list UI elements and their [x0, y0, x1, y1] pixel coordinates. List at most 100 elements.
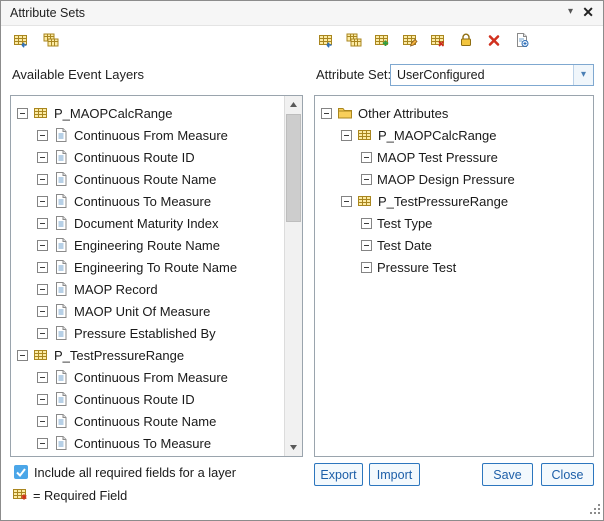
tree-item[interactable]: MAOP Design Pressure	[315, 168, 593, 190]
tree-item[interactable]: P_MAOPCalcRange	[11, 102, 285, 124]
chevron-down-icon[interactable]: ▾	[573, 65, 593, 85]
table-arrow-icon	[13, 32, 29, 51]
close-icon[interactable]: ✕	[582, 4, 594, 21]
tree-item-label: P_TestPressureRange	[378, 194, 508, 209]
collapse-expander-icon[interactable]	[37, 438, 48, 449]
tree-item[interactable]: MAOP Record	[11, 278, 285, 300]
include-required-label: Include all required fields for a layer	[34, 465, 236, 480]
table-icon	[33, 105, 49, 121]
tree-item[interactable]: P_MAOPCalcRange	[315, 124, 593, 146]
collapse-expander-icon[interactable]	[37, 174, 48, 185]
collapse-expander-icon[interactable]	[361, 262, 372, 273]
rename-attribute-set-button[interactable]	[400, 31, 420, 51]
doc-icon	[53, 413, 69, 429]
lock-attribute-set-button[interactable]	[456, 31, 476, 51]
resize-grip-icon[interactable]	[590, 503, 601, 518]
collapse-expander-icon[interactable]	[341, 130, 352, 141]
remove-attribute-button[interactable]	[428, 31, 448, 51]
tree-item[interactable]: P_TestPressureRange	[315, 190, 593, 212]
tree-item-label: MAOP Design Pressure	[377, 172, 515, 187]
tree-item[interactable]: Engineering Route Name	[11, 234, 285, 256]
tree-item[interactable]: Continuous Route Name	[11, 168, 285, 190]
scrollbar-thumb[interactable]	[286, 114, 301, 222]
collapse-expander-icon[interactable]	[17, 108, 28, 119]
tree-item[interactable]: Engineering To Route Name	[11, 256, 285, 278]
tree-item-label: Continuous Route ID	[74, 150, 195, 165]
collapse-expander-icon[interactable]	[37, 306, 48, 317]
include-required-checkbox[interactable]	[14, 465, 28, 479]
table-pencil-icon	[402, 32, 418, 51]
attribute-set-panel: Other AttributesP_MAOPCalcRangeMAOP Test…	[314, 95, 594, 457]
collapse-expander-icon[interactable]	[361, 240, 372, 251]
tree-item[interactable]: P_TestPressureRange	[11, 344, 285, 366]
tree-item[interactable]: Continuous To Measure	[11, 432, 285, 454]
add-all-attributes-button[interactable]	[344, 31, 364, 51]
tree-item[interactable]: Continuous From Measure	[11, 124, 285, 146]
collapse-expander-icon[interactable]	[341, 196, 352, 207]
attribute-set-toolbar	[316, 31, 532, 51]
doc-icon	[53, 369, 69, 385]
collapse-expander-icon[interactable]	[361, 152, 372, 163]
table-icon	[357, 193, 373, 209]
tree-item-label: Document Maturity Index	[74, 216, 219, 231]
tree-item[interactable]: Other Attributes	[315, 102, 593, 124]
collapse-expander-icon[interactable]	[37, 218, 48, 229]
doc-icon	[53, 149, 69, 165]
add-attribute-button[interactable]	[316, 31, 336, 51]
tree-item[interactable]: Document Maturity Index	[11, 212, 285, 234]
collapse-expander-icon[interactable]	[361, 218, 372, 229]
collapse-expander-icon[interactable]	[17, 350, 28, 361]
tree-item-label: Test Type	[377, 216, 432, 231]
collapse-expander-icon[interactable]	[37, 416, 48, 427]
tree-item-label: Engineering To Route Name	[74, 260, 237, 275]
collapse-expander-icon[interactable]	[37, 394, 48, 405]
collapse-expander-icon[interactable]	[37, 196, 48, 207]
dialog-title: Attribute Sets	[10, 6, 85, 20]
save-button[interactable]: Save	[482, 463, 533, 486]
tree-item[interactable]: Continuous Route ID	[11, 388, 285, 410]
close-button[interactable]: Close	[541, 463, 594, 486]
scroll-down-icon[interactable]	[285, 439, 302, 456]
add-event-layer-button[interactable]	[11, 31, 31, 51]
collapse-expander-icon[interactable]	[37, 372, 48, 383]
pin-menu-icon[interactable]: ▾	[568, 6, 573, 17]
title-bar[interactable]: Attribute Sets ▾ ✕	[1, 1, 603, 26]
scrollbar[interactable]	[284, 96, 302, 456]
tree-item[interactable]: Test Date	[315, 234, 593, 256]
tree-item[interactable]: Continuous To Measure	[11, 190, 285, 212]
tree-item[interactable]: Pressure Established By	[11, 322, 285, 344]
table-plus-icon	[374, 32, 390, 51]
available-layers-tree: P_MAOPCalcRangeContinuous From MeasureCo…	[11, 96, 285, 456]
collapse-expander-icon[interactable]	[37, 130, 48, 141]
tree-item[interactable]: Test Type	[315, 212, 593, 234]
tree-item-label: Engineering Route Name	[74, 238, 220, 253]
collapse-expander-icon[interactable]	[37, 284, 48, 295]
tree-item-label: Pressure Test	[377, 260, 456, 275]
collapse-expander-icon[interactable]	[37, 262, 48, 273]
doc-icon	[53, 215, 69, 231]
tree-item[interactable]: Continuous From Measure	[11, 366, 285, 388]
tree-item-label: Continuous Route Name	[74, 172, 216, 187]
tree-item[interactable]: Pressure Test	[315, 256, 593, 278]
tree-item[interactable]: MAOP Test Pressure	[315, 146, 593, 168]
collapse-expander-icon[interactable]	[37, 152, 48, 163]
tree-item-label: P_MAOPCalcRange	[54, 106, 173, 121]
collapse-expander-icon[interactable]	[321, 108, 332, 119]
import-button[interactable]: Import	[369, 463, 420, 486]
collapse-expander-icon[interactable]	[37, 328, 48, 339]
new-attribute-set-button[interactable]	[372, 31, 392, 51]
collapse-expander-icon[interactable]	[37, 240, 48, 251]
doc-icon	[53, 325, 69, 341]
export-button[interactable]: Export	[314, 463, 363, 486]
attribute-set-combo[interactable]: UserConfigured ▾	[390, 64, 594, 86]
tree-item[interactable]: Continuous Route ID	[11, 146, 285, 168]
tree-item[interactable]: MAOP Unit Of Measure	[11, 300, 285, 322]
add-all-event-layers-button[interactable]	[41, 31, 61, 51]
scroll-up-icon[interactable]	[285, 96, 302, 113]
collapse-expander-icon[interactable]	[361, 174, 372, 185]
attribute-set-report-button[interactable]	[512, 31, 532, 51]
delete-attribute-set-button[interactable]	[484, 31, 504, 51]
tree-item-label: MAOP Unit Of Measure	[74, 304, 210, 319]
tree-item[interactable]: Continuous Route Name	[11, 410, 285, 432]
doc-icon	[53, 281, 69, 297]
